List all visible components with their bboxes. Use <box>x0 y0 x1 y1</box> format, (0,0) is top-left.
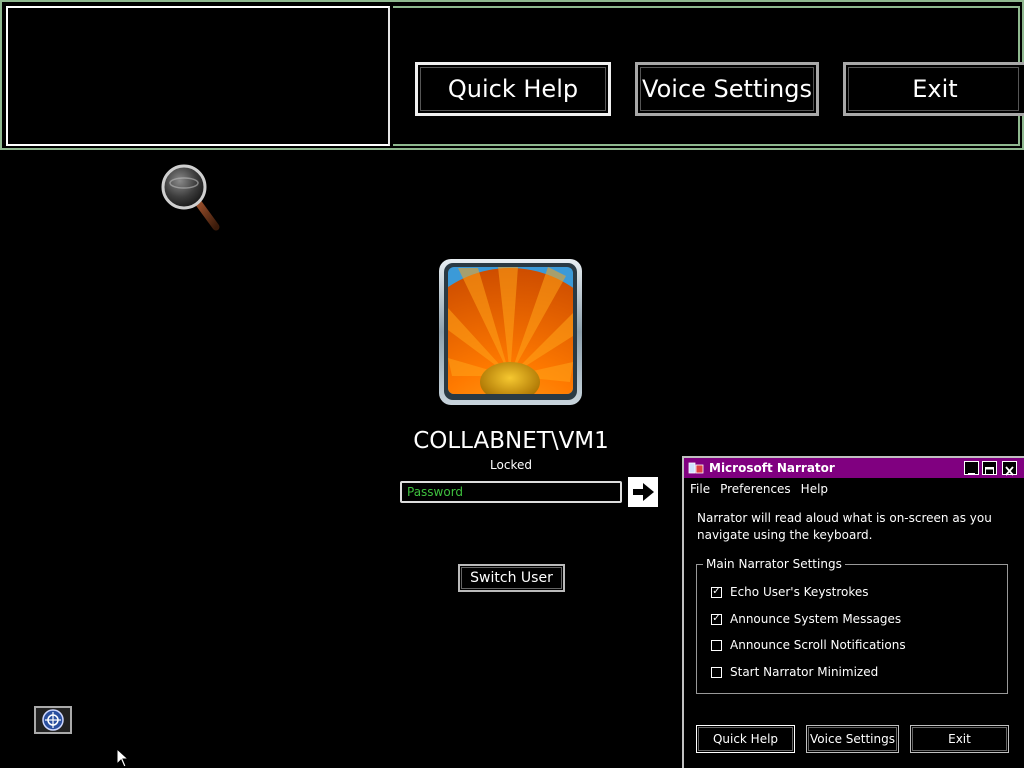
option-announce-scroll-notifications[interactable]: Announce Scroll Notifications <box>711 638 906 652</box>
ease-of-access-icon <box>42 709 64 731</box>
option-label: Echo User's Keystrokes <box>730 585 869 599</box>
user-avatar <box>438 258 583 406</box>
toolbar-voice-settings-button[interactable]: Voice Settings <box>635 62 819 116</box>
menu-help[interactable]: Help <box>801 482 828 496</box>
toolbar-exit-button[interactable]: Exit <box>843 62 1024 116</box>
narrator-description: Narrator will read aloud what is on-scre… <box>697 511 992 542</box>
magnifier-icon[interactable] <box>160 163 224 235</box>
narrator-menubar: File Preferences Help <box>690 482 838 496</box>
toolbar-quick-help-button[interactable]: Quick Help <box>415 62 611 116</box>
narrator-quick-help-button[interactable]: Quick Help <box>696 725 795 753</box>
mouse-pointer-icon <box>116 747 130 768</box>
maximize-button[interactable] <box>982 461 997 475</box>
narrator-window: Microsoft Narrator File Preferences Help… <box>682 456 1024 768</box>
minimize-button[interactable] <box>964 461 979 475</box>
username-label: COLLABNET\VM1 <box>413 428 609 454</box>
option-start-minimized[interactable]: Start Narrator Minimized <box>711 665 878 679</box>
narrator-title: Microsoft Narrator <box>709 461 835 475</box>
main-settings-group: Main Narrator Settings ✓ Echo User's Key… <box>696 557 1008 694</box>
close-button[interactable] <box>1002 461 1017 476</box>
narrator-app-icon <box>688 462 704 474</box>
switch-user-button[interactable]: Switch User <box>458 564 565 592</box>
echo-keystrokes-checkbox[interactable]: ✓ <box>711 586 722 598</box>
announce-scroll-notifications-checkbox[interactable] <box>711 639 722 651</box>
announce-system-messages-checkbox[interactable]: ✓ <box>711 613 722 625</box>
ease-of-access-button[interactable] <box>34 706 72 734</box>
minimize-icon <box>968 473 975 475</box>
account-status-label: Locked <box>490 458 532 472</box>
close-icon <box>1005 466 1014 476</box>
option-announce-system-messages[interactable]: ✓ Announce System Messages <box>711 612 901 626</box>
arrow-right-icon <box>633 483 654 501</box>
option-echo-keystrokes[interactable]: ✓ Echo User's Keystrokes <box>711 585 869 599</box>
magnifier-view-pane <box>6 6 390 146</box>
option-label: Start Narrator Minimized <box>730 665 879 679</box>
password-input[interactable] <box>400 481 622 503</box>
narrator-voice-settings-button[interactable]: Voice Settings <box>806 725 899 753</box>
settings-group-title: Main Narrator Settings <box>703 557 845 571</box>
narrator-titlebar[interactable]: Microsoft Narrator <box>684 458 1024 478</box>
maximize-icon <box>985 467 994 475</box>
start-minimized-checkbox[interactable] <box>711 666 722 678</box>
submit-arrow-button[interactable] <box>628 477 658 507</box>
narrator-exit-button[interactable]: Exit <box>910 725 1009 753</box>
menu-preferences[interactable]: Preferences <box>720 482 791 496</box>
option-label: Announce Scroll Notifications <box>730 638 906 652</box>
option-label: Announce System Messages <box>730 612 902 626</box>
menu-file[interactable]: File <box>690 482 710 496</box>
